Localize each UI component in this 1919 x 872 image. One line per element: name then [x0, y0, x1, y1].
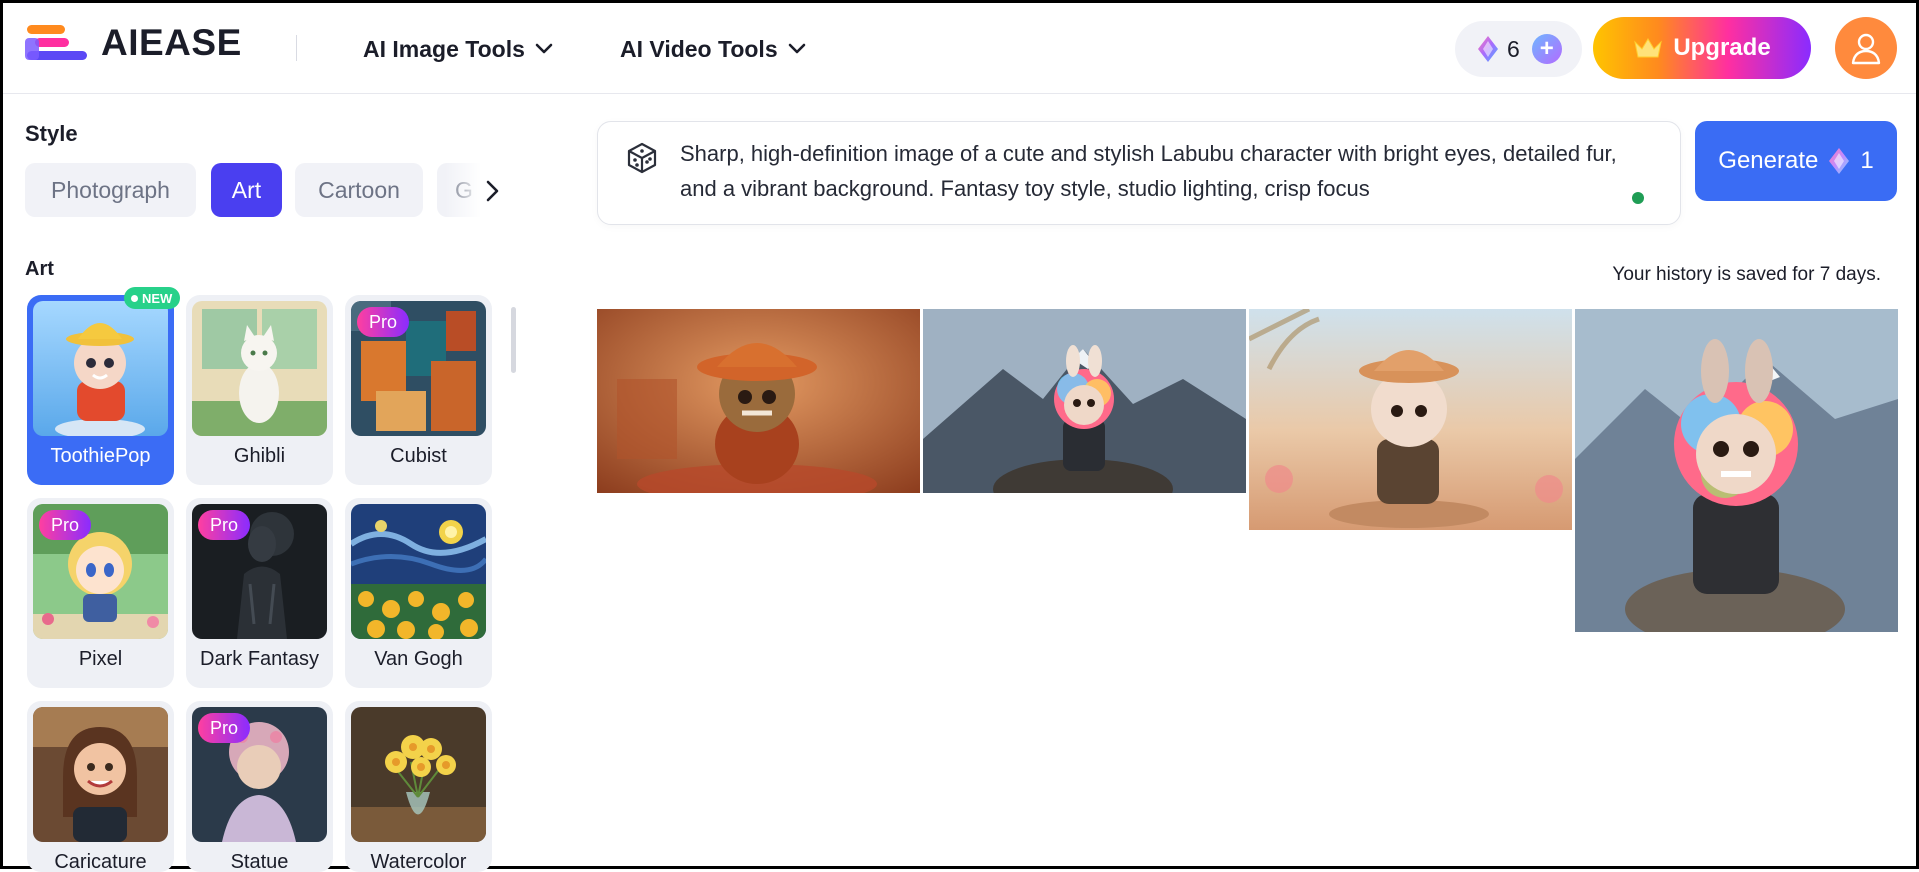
- style-thumbnail: [33, 301, 168, 436]
- top-header: AIEASE AI Image Tools AI Video Tools 6 +…: [3, 3, 1916, 94]
- status-indicator: [1632, 192, 1644, 204]
- chevron-down-icon: [535, 43, 553, 54]
- style-label: Dark Fantasy: [200, 648, 319, 670]
- upgrade-label: Upgrade: [1673, 34, 1771, 61]
- style-card-toothiepop[interactable]: ToothiePop: [27, 295, 174, 485]
- generate-label: Generate: [1718, 147, 1819, 174]
- style-label: ToothiePop: [50, 445, 151, 467]
- upgrade-button[interactable]: Upgrade: [1593, 17, 1811, 79]
- style-card-watercolor[interactable]: Watercolor: [345, 701, 492, 872]
- nav-label: AI Video Tools: [620, 35, 778, 62]
- nav-ai-video-tools[interactable]: AI Video Tools: [620, 31, 806, 67]
- style-thumbnail: [33, 707, 168, 842]
- history-note: Your history is saved for 7 days.: [1612, 264, 1881, 285]
- style-thumbnail: [192, 301, 327, 436]
- new-badge: NEW: [124, 287, 181, 309]
- dice-icon[interactable]: [626, 142, 658, 174]
- nav-label: AI Image Tools: [363, 35, 525, 62]
- new-badge-label: NEW: [142, 290, 173, 306]
- style-section-title: Style: [25, 121, 78, 146]
- style-label: Pixel: [78, 648, 123, 670]
- result-image[interactable]: [1249, 309, 1572, 530]
- style-thumbnail: [351, 504, 486, 639]
- prompt-text[interactable]: Sharp, high-definition image of a cute a…: [680, 136, 1640, 206]
- style-card-ghibli[interactable]: Ghibli: [186, 295, 333, 485]
- style-card-dark-fantasy[interactable]: Pro Dark Fantasy: [186, 498, 333, 688]
- style-card-van-gogh[interactable]: Van Gogh: [345, 498, 492, 688]
- header-divider: [296, 35, 297, 61]
- style-card-pixel[interactable]: Pro Pixel: [27, 498, 174, 688]
- logo[interactable]: AIEASE: [25, 21, 242, 65]
- style-thumbnail: [351, 707, 486, 842]
- style-tabs: Photograph Art Cartoon G: [25, 163, 505, 219]
- logo-icon: [25, 23, 91, 63]
- gem-icon: [1829, 148, 1850, 174]
- gem-icon: [1478, 36, 1498, 62]
- pro-badge: Pro: [198, 510, 251, 540]
- style-label: Van Gogh: [374, 648, 463, 670]
- user-avatar-button[interactable]: [1835, 17, 1897, 79]
- sidebar-scrollbar[interactable]: [511, 307, 516, 373]
- style-card-cubist[interactable]: Pro Cubist: [345, 295, 492, 485]
- result-image[interactable]: [597, 309, 920, 493]
- chevron-down-icon: [788, 43, 805, 54]
- user-icon: [1851, 33, 1881, 65]
- generate-button[interactable]: Generate 1: [1695, 121, 1897, 201]
- pro-badge: Pro: [357, 307, 410, 337]
- pro-badge: Pro: [39, 510, 92, 540]
- nav-ai-image-tools[interactable]: AI Image Tools: [363, 31, 553, 67]
- add-credits-button[interactable]: +: [1531, 34, 1562, 64]
- pro-badge: Pro: [198, 713, 251, 743]
- tab-art[interactable]: Art: [211, 163, 282, 217]
- style-card-caricature[interactable]: Caricature: [27, 701, 174, 872]
- generate-cost: 1: [1860, 147, 1874, 174]
- crown-icon: [1634, 38, 1663, 58]
- credits-count: 6: [1507, 35, 1520, 62]
- result-image[interactable]: [923, 309, 1246, 493]
- style-label: Ghibli: [233, 445, 286, 467]
- style-card-statue[interactable]: Pro Statue: [186, 701, 333, 872]
- tab-photograph[interactable]: Photograph: [25, 163, 196, 217]
- logo-text: AIEASE: [101, 22, 242, 63]
- art-section-title: Art: [25, 258, 54, 280]
- credits-pill[interactable]: 6 +: [1455, 21, 1582, 77]
- prompt-box[interactable]: Sharp, high-definition image of a cute a…: [597, 121, 1681, 225]
- chevron-right-icon[interactable]: [481, 179, 503, 203]
- style-label: Cubist: [390, 445, 447, 467]
- tab-cartoon[interactable]: Cartoon: [295, 163, 423, 217]
- result-image[interactable]: [1575, 309, 1898, 632]
